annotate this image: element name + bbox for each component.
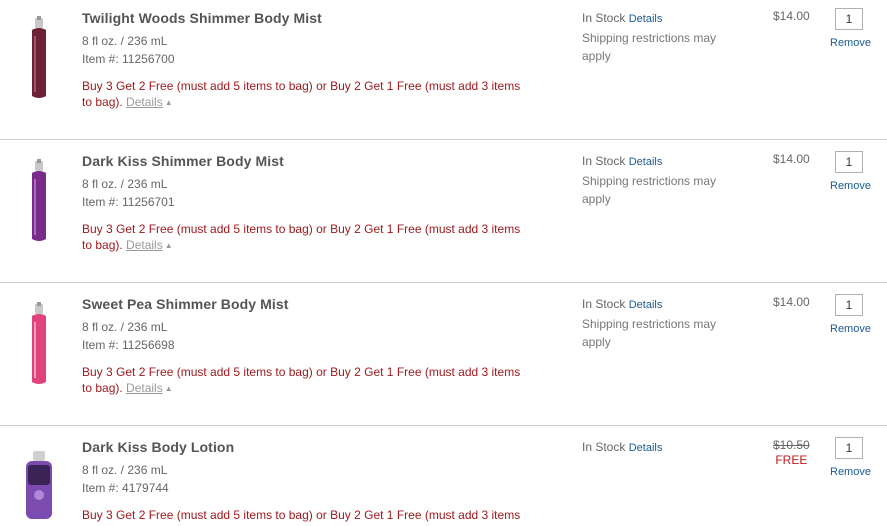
stock-details-link[interactable]: Details [629, 299, 663, 311]
shipping-note: Shipping restrictions may apply [582, 31, 717, 63]
shipping-note: Shipping restrictions may apply [582, 317, 717, 349]
product-image[interactable] [24, 16, 54, 100]
product-size: 8 fl oz. / 236 mL [82, 463, 168, 477]
caret-up-icon[interactable]: ▲ [165, 98, 173, 107]
remove-link[interactable]: Remove [830, 466, 871, 478]
promo-message: Buy 3 Get 2 Free (must add 5 items to ba… [82, 508, 521, 522]
item-number: Item #: 11256700 [82, 52, 175, 66]
price: $14.00 [773, 9, 810, 23]
divider [0, 139, 887, 140]
stock-label: In Stock [582, 154, 626, 168]
stock-details-link[interactable]: Details [629, 156, 663, 168]
item-number: Item #: 11256698 [82, 338, 175, 352]
price: $14.00 [773, 295, 810, 309]
promo-details-link[interactable]: Details [126, 238, 163, 252]
promo-details-link[interactable]: Details [126, 95, 163, 109]
caret-up-icon[interactable]: ▲ [165, 241, 173, 250]
product-title[interactable]: Sweet Pea Shimmer Body Mist [82, 296, 289, 312]
product-image[interactable] [24, 159, 54, 243]
item-number: Item #: 11256701 [82, 195, 175, 209]
stock-status: In Stock Details [582, 297, 662, 311]
stock-label: In Stock [582, 297, 626, 311]
product-title[interactable]: Twilight Woods Shimmer Body Mist [82, 10, 322, 26]
stock-label: In Stock [582, 440, 626, 454]
price: $10.50 FREE [773, 438, 810, 467]
original-price: $10.50 [773, 438, 810, 452]
quantity-input[interactable]: 1 [835, 437, 863, 459]
divider [0, 425, 887, 426]
cart-item: Sweet Pea Shimmer Body Mist 8 fl oz. / 2… [0, 286, 887, 429]
promo-text: Buy 3 Get 2 Free (must add 5 items to ba… [82, 78, 532, 112]
quantity-input[interactable]: 1 [835, 151, 863, 173]
product-image[interactable] [22, 451, 56, 519]
stock-details-link[interactable]: Details [629, 442, 663, 454]
price: $14.00 [773, 152, 810, 166]
product-title[interactable]: Dark Kiss Body Lotion [82, 439, 234, 455]
free-price-label: FREE [775, 453, 808, 467]
shipping-note: Shipping restrictions may apply [582, 174, 717, 206]
stock-details-link[interactable]: Details [629, 13, 663, 25]
product-title[interactable]: Dark Kiss Shimmer Body Mist [82, 153, 284, 169]
product-image[interactable] [24, 302, 54, 386]
stock-status: In Stock Details [582, 11, 662, 25]
divider [0, 282, 887, 283]
cart-item: Dark Kiss Shimmer Body Mist 8 fl oz. / 2… [0, 143, 887, 286]
product-size: 8 fl oz. / 236 mL [82, 177, 168, 191]
promo-text: Buy 3 Get 2 Free (must add 5 items to ba… [82, 364, 532, 398]
cart-item: Dark Kiss Body Lotion 8 fl oz. / 236 mL … [0, 429, 887, 526]
stock-status: In Stock Details [582, 154, 662, 168]
quantity-input[interactable]: 1 [835, 294, 863, 316]
product-size: 8 fl oz. / 236 mL [82, 320, 168, 334]
promo-text: Buy 3 Get 2 Free (must add 5 items to ba… [82, 221, 532, 255]
remove-link[interactable]: Remove [830, 323, 871, 335]
quantity-input[interactable]: 1 [835, 8, 863, 30]
promo-text: Buy 3 Get 2 Free (must add 5 items to ba… [82, 507, 532, 523]
remove-link[interactable]: Remove [830, 37, 871, 49]
cart-item: Twilight Woods Shimmer Body Mist 8 fl oz… [0, 0, 887, 143]
caret-up-icon[interactable]: ▲ [165, 384, 173, 393]
item-number: Item #: 4179744 [82, 481, 169, 495]
stock-status: In Stock Details [582, 440, 662, 454]
product-size: 8 fl oz. / 236 mL [82, 34, 168, 48]
stock-label: In Stock [582, 11, 626, 25]
remove-link[interactable]: Remove [830, 180, 871, 192]
promo-details-link[interactable]: Details [126, 381, 163, 395]
